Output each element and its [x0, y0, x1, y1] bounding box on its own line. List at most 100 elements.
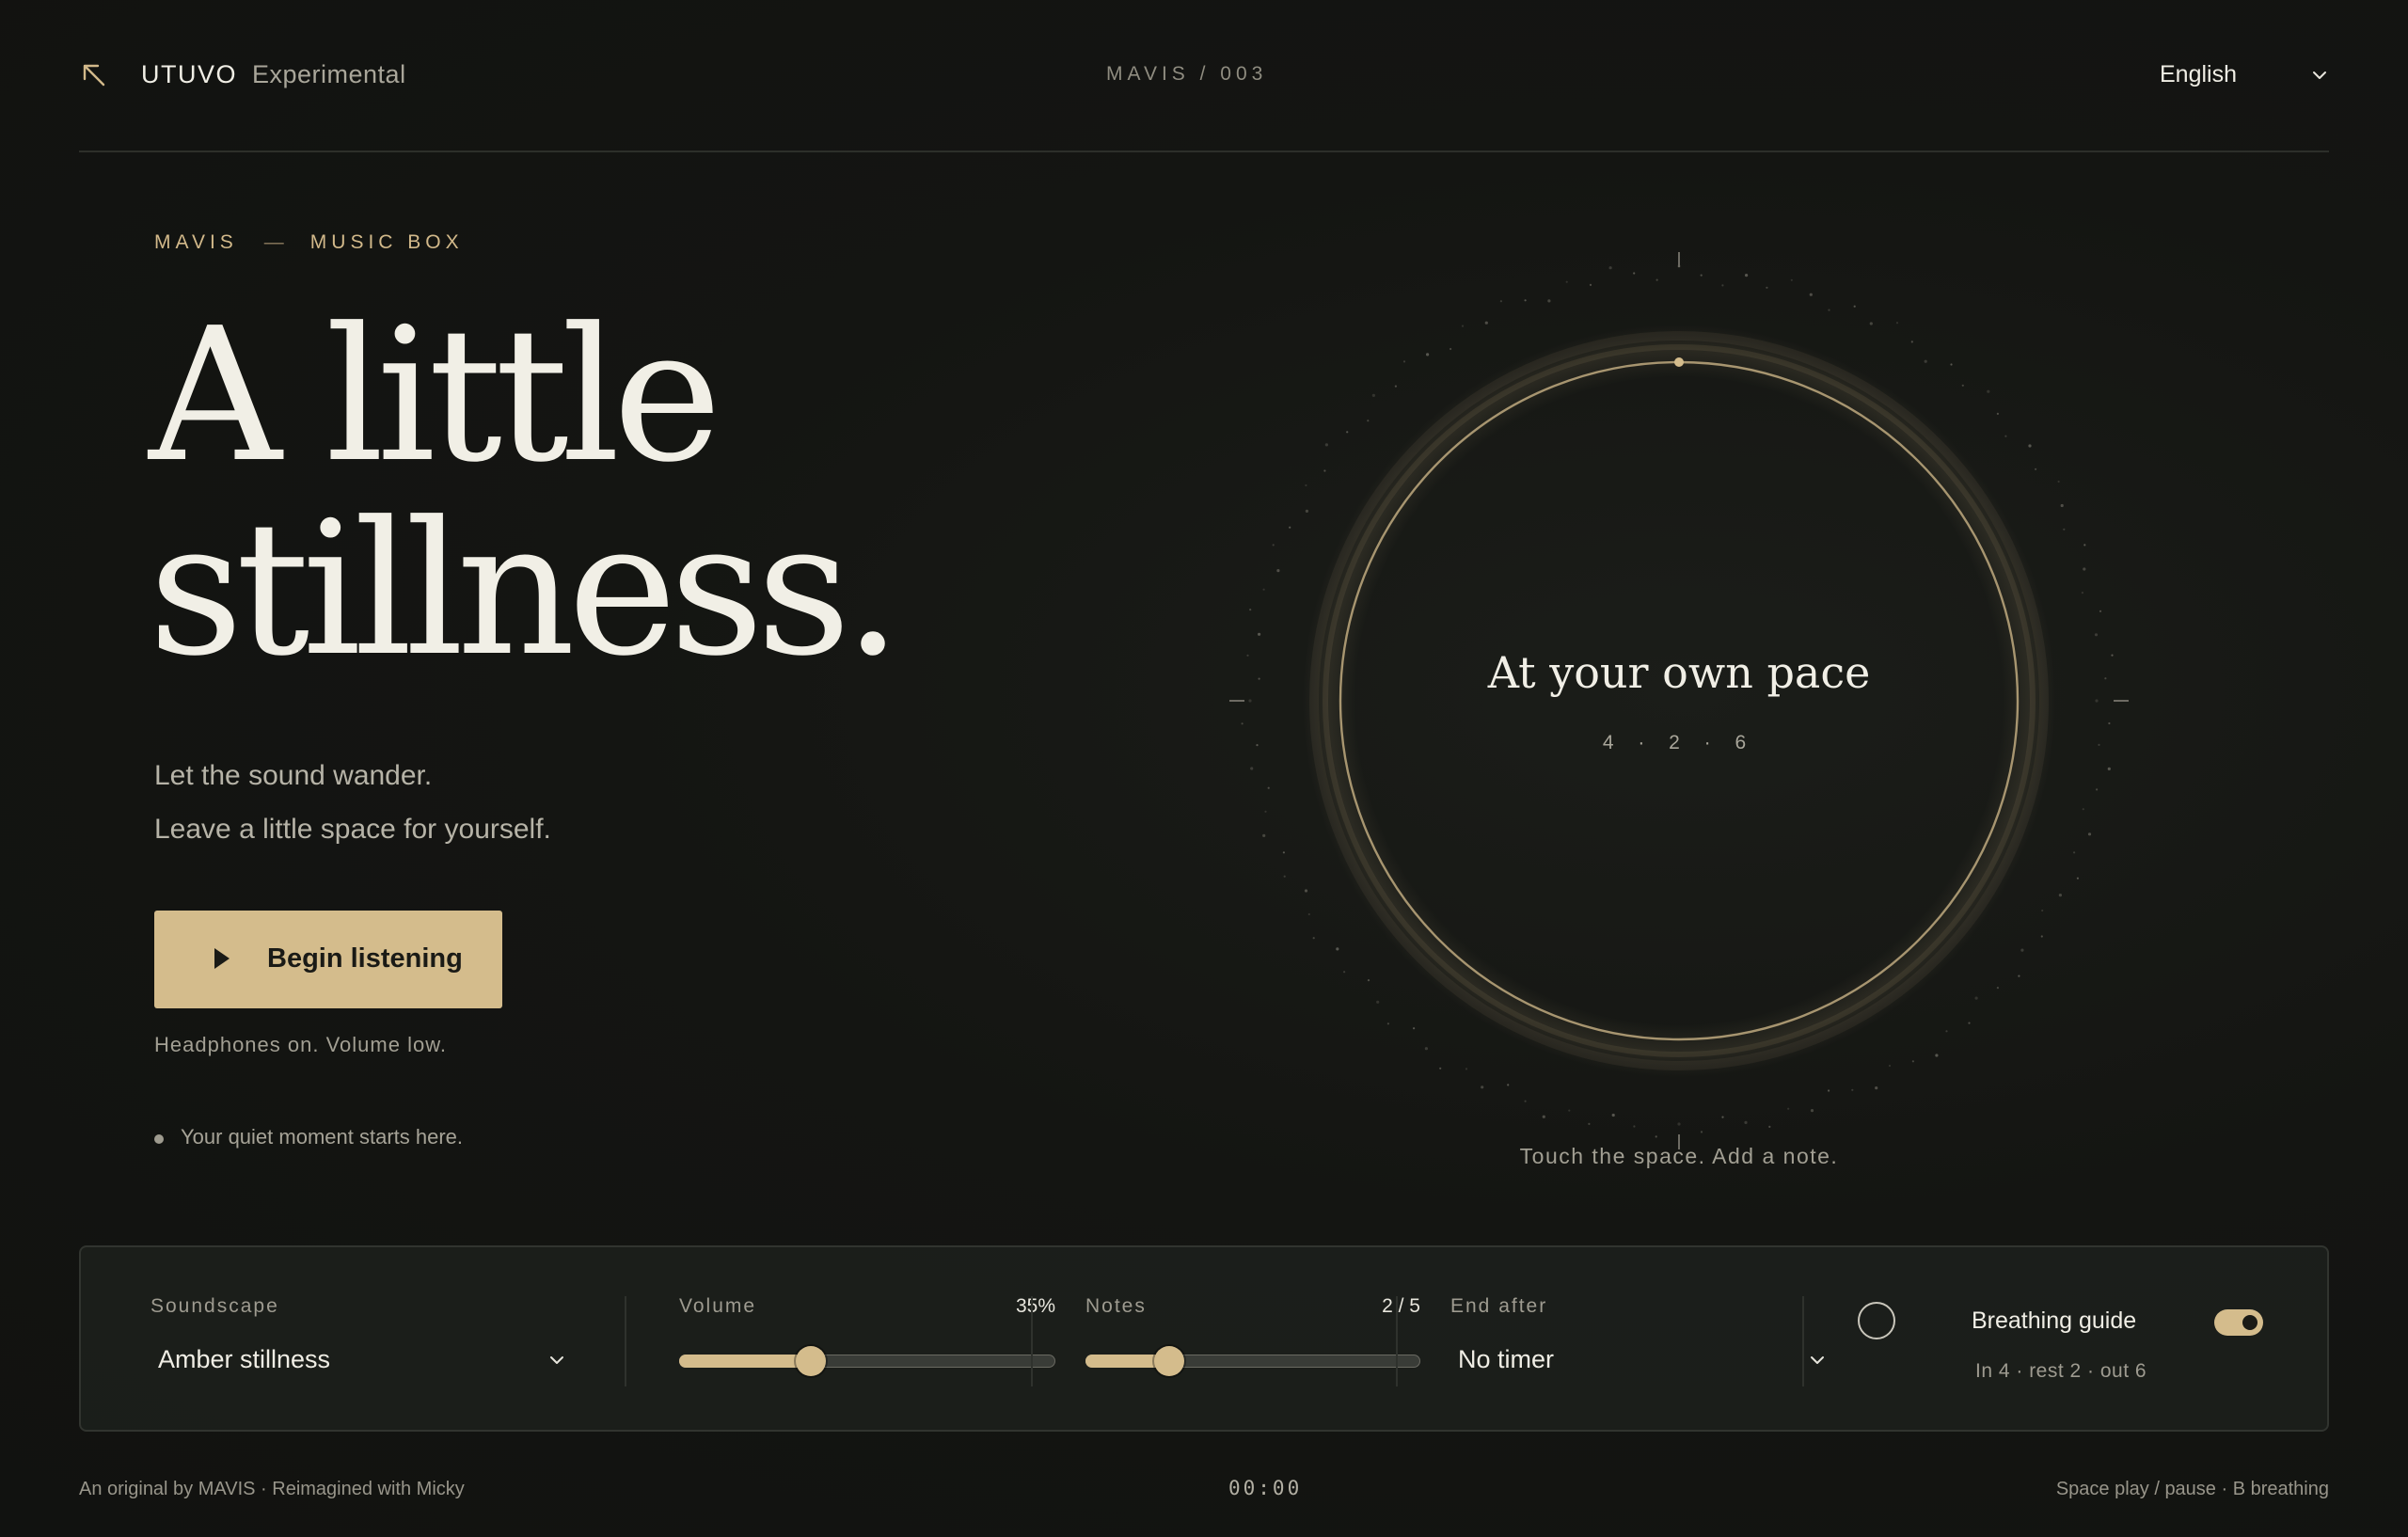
panel-divider: [1396, 1296, 1398, 1386]
orb-ambient-dot: [1250, 767, 1254, 770]
orb-ambient-dot: [1810, 1109, 1814, 1113]
brand-name[interactable]: UTUVO: [141, 60, 237, 89]
orb-ambient-dot: [1413, 1027, 1416, 1030]
orb-ambient-dot: [1481, 1085, 1484, 1089]
begin-listening-button[interactable]: Begin listening: [154, 911, 502, 1008]
orb-ambient-dot: [1305, 509, 1308, 513]
orb-ambient-dot: [1465, 1068, 1468, 1070]
orb-ambient-dot: [1589, 283, 1592, 286]
orb-ambient-dot: [2020, 948, 2024, 952]
orb-ambient-dot: [1996, 987, 1999, 990]
orb-ambient-dot: [1935, 1054, 1939, 1057]
language-select[interactable]: English: [2160, 56, 2329, 94]
play-icon: [214, 948, 230, 969]
notes-label: Notes: [1085, 1295, 1147, 1317]
orb-ambient-dot: [2060, 503, 2064, 508]
notes-thumb[interactable]: [1154, 1346, 1184, 1376]
top-bar: UTUVO Experimental MAVIS / 003 English: [79, 47, 2329, 105]
end-after-select[interactable]: No timer: [1458, 1341, 1827, 1383]
orb-ambient-dot: [1766, 286, 1768, 289]
notes-slider[interactable]: [1085, 1345, 1420, 1376]
orb-ambient-dot: [2076, 877, 2079, 879]
end-after-value: No timer: [1458, 1345, 1555, 1373]
status-text: Your quiet moment starts here.: [181, 1125, 464, 1149]
orb-ambient-dot: [2004, 435, 2007, 437]
chevron-down-icon: [1811, 1356, 1824, 1364]
orb-ambient-dot: [1633, 1125, 1636, 1128]
footer-credit: An original by MAVIS · Reimagined with M…: [79, 1479, 465, 1499]
orb-ambient-dot: [1312, 937, 1315, 940]
orb-ambient-dot: [1450, 347, 1452, 351]
orb-ambient-dot: [1461, 325, 1465, 327]
orb-ambient-dot: [1721, 284, 1724, 287]
orb-ambient-dot: [1439, 1067, 1442, 1070]
orb-ambient-dot: [1565, 280, 1568, 283]
orb-ambient-dot: [1787, 1107, 1790, 1110]
orb-ambient-dot: [1289, 526, 1291, 529]
orb-ambient-dot: [1950, 363, 1953, 366]
orb-ambient-dot: [1343, 971, 1346, 974]
breathing-mode-label: At your own pace: [1487, 647, 1871, 698]
orb-ambient-dot: [1426, 353, 1430, 357]
orb-ambient-dot: [1484, 321, 1488, 325]
brand-subtitle: Experimental: [252, 60, 406, 88]
volume-slider[interactable]: [679, 1345, 1055, 1376]
orb-ambient-dot: [1700, 1131, 1703, 1133]
orb-ambient-dot: [2040, 935, 2043, 938]
orb-ambient-dot: [1744, 1120, 1748, 1124]
eyebrow-title: MUSIC BOX: [309, 231, 464, 253]
intro-line-2: Leave a little space for yourself.: [154, 814, 551, 845]
status-dot: [154, 1134, 164, 1144]
orb-ambient-dot: [1790, 278, 1793, 281]
eyebrow-separator: —: [263, 231, 284, 253]
soundscape-select[interactable]: Amber stillness: [158, 1341, 566, 1383]
orb-ambient-dot: [1996, 412, 1999, 415]
orb-ambient-dot: [1376, 1000, 1380, 1004]
orb-ambient-dot: [2087, 832, 2092, 836]
orb-ambient-dot: [1264, 810, 1267, 813]
orb-ambient-dot: [1276, 569, 1280, 573]
soundscape-label: Soundscape: [150, 1295, 279, 1317]
orb-ambient-dot: [1241, 722, 1244, 725]
orb-ambient-dot: [1267, 786, 1270, 789]
notes-value: 2 / 5: [1382, 1295, 1420, 1317]
orb-ambient-dot: [2083, 544, 2086, 547]
orb-hint: Touch the space. Add a note.: [1519, 1144, 1839, 1168]
orb-ambient-dot: [2018, 974, 2020, 977]
orb-ambient-dot: [1568, 1109, 1571, 1112]
orb-ambient-dot: [2058, 894, 2062, 897]
orb-ambient-dot: [1262, 833, 1266, 838]
orb-ambient-dot: [1608, 266, 1612, 270]
volume-thumb[interactable]: [796, 1346, 826, 1376]
orb-ambient-dot: [2028, 444, 2032, 448]
orb-ambient-dot: [1367, 420, 1370, 422]
orb-ambient-dot: [1633, 272, 1636, 275]
orb-ambient-dot: [1394, 385, 1397, 388]
intro-text: Let the sound wander. Leave a little spa…: [154, 749, 551, 856]
page-title: A little stillness.: [149, 299, 902, 697]
arrow-up-left-icon[interactable]: [79, 60, 109, 90]
orb-ambient-dot: [1851, 1088, 1854, 1091]
orb-ambient-dot: [2096, 788, 2099, 791]
orb-ambient-dot: [1249, 609, 1252, 611]
orb-ambient-dot: [2073, 851, 2076, 854]
orb-ambient-dot: [1507, 1084, 1510, 1086]
orb-halo: [1303, 325, 2055, 1077]
breathing-guide-toggle[interactable]: [2214, 1309, 2263, 1336]
orb-ambient-dot: [1336, 947, 1339, 951]
panel-divider: [625, 1296, 626, 1386]
control-panel: Soundscape Amber stillness Volume 35% No…: [79, 1245, 2329, 1432]
orb-ambient-dot: [1828, 309, 1830, 311]
orb-ambient-dot: [1700, 274, 1703, 277]
orb-ambient-dot: [1258, 632, 1261, 636]
orb-ambient-dot: [2107, 767, 2111, 771]
orb-ambient-dot: [1853, 305, 1856, 308]
breathing-pattern: 4 · 2 · 6: [1602, 732, 1756, 753]
headline-line-2: stillness.: [149, 483, 902, 697]
orb-ambient-dot: [2083, 567, 2086, 571]
orb-ambient-dot: [1524, 299, 1527, 302]
toggle-knob: [2242, 1315, 2258, 1330]
orb-ambient-dot: [1499, 300, 1502, 303]
breathing-orb[interactable]: At your own pace 4 · 2 · 6: [1195, 211, 2163, 1189]
orb-ambient-dot: [1402, 360, 1406, 363]
